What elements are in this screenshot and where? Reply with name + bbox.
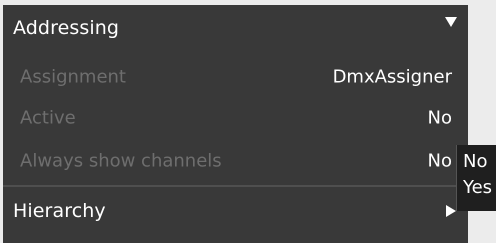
property-row-active: Active No (3, 98, 468, 138)
dropdown-option-no[interactable]: No (463, 151, 487, 172)
dropdown-menu: No Yes (456, 145, 496, 211)
property-label-active: Active (20, 107, 76, 129)
property-row-assignment: Assignment DmxAssigner (3, 57, 468, 97)
section-divider (3, 185, 468, 187)
property-row-always-show-channels: Always show channels No (3, 141, 468, 181)
section-title-addressing: Addressing (13, 16, 120, 39)
chevron-down-icon[interactable] (445, 17, 457, 27)
property-value-assignment[interactable]: DmxAssigner (333, 67, 452, 88)
section-header-hierarchy[interactable]: Hierarchy (3, 188, 468, 233)
chevron-right-icon[interactable] (446, 205, 456, 217)
section-header-addressing[interactable]: Addressing (3, 5, 468, 50)
property-label-always-show-channels: Always show channels (20, 150, 222, 172)
property-value-always-show-channels[interactable]: No (428, 151, 452, 172)
property-value-active[interactable]: No (428, 108, 452, 129)
property-label-assignment: Assignment (20, 66, 126, 88)
dropdown-option-yes[interactable]: Yes (463, 177, 492, 198)
properties-panel: Addressing Assignment DmxAssigner Active… (3, 5, 468, 243)
section-title-hierarchy: Hierarchy (13, 199, 106, 222)
